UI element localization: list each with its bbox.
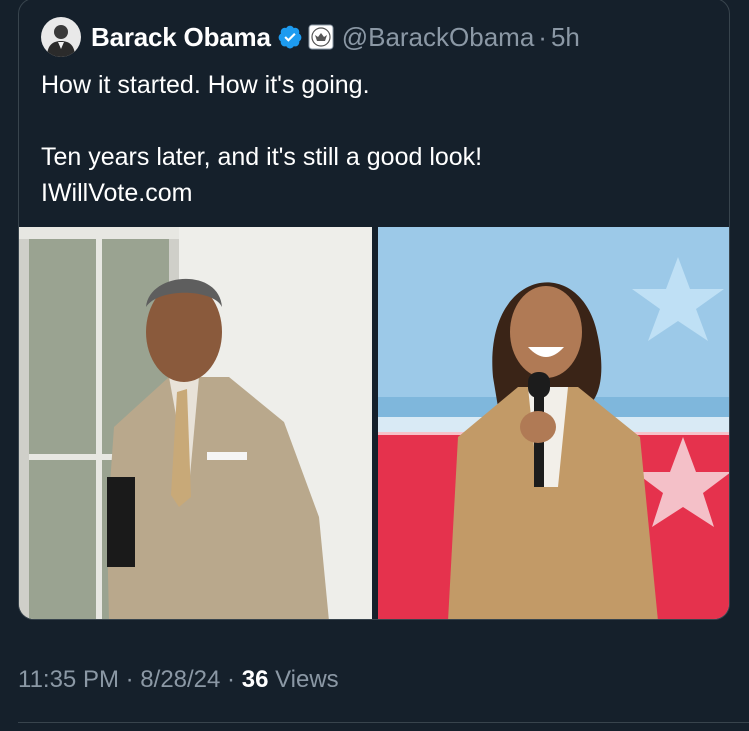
tweet-meta: 11:35 PM · 8/28/24 · 36 Views xyxy=(18,666,339,694)
separator-dot: · xyxy=(538,21,547,52)
photo-left[interactable] xyxy=(19,227,372,619)
quote-tweet-card[interactable]: Barack Obama @BarackObama · 5h How it st… xyxy=(18,0,730,620)
tweet-header: Barack Obama @BarackObama · 5h xyxy=(41,15,580,59)
tweet-time[interactable]: 11:35 PM xyxy=(18,666,119,693)
government-affiliation-icon[interactable] xyxy=(308,24,334,50)
tweet-link[interactable]: IWillVote.com xyxy=(41,175,711,211)
display-name[interactable]: Barack Obama xyxy=(91,22,271,53)
media-grid xyxy=(19,227,729,619)
verified-badge-icon[interactable] xyxy=(277,24,303,50)
time-ago[interactable]: 5h xyxy=(551,22,580,53)
tweet-date[interactable]: 8/28/24 xyxy=(140,666,220,693)
separator-dot: · xyxy=(227,666,236,693)
tweet-text-line: Ten years later, and it's still a good l… xyxy=(41,143,483,171)
photo-right[interactable] xyxy=(378,227,729,619)
avatar[interactable] xyxy=(41,17,81,57)
tweet-text: How it started. How it's going. Ten year… xyxy=(41,67,711,211)
divider xyxy=(18,722,749,723)
views-count: 36 xyxy=(241,666,269,693)
tweet-text-line: How it started. How it's going. xyxy=(41,71,370,99)
views-label: Views xyxy=(275,666,339,693)
handle[interactable]: @BarackObama xyxy=(342,22,535,53)
page: Barack Obama @BarackObama · 5h How it st… xyxy=(0,0,749,731)
separator-dot: · xyxy=(125,666,134,693)
